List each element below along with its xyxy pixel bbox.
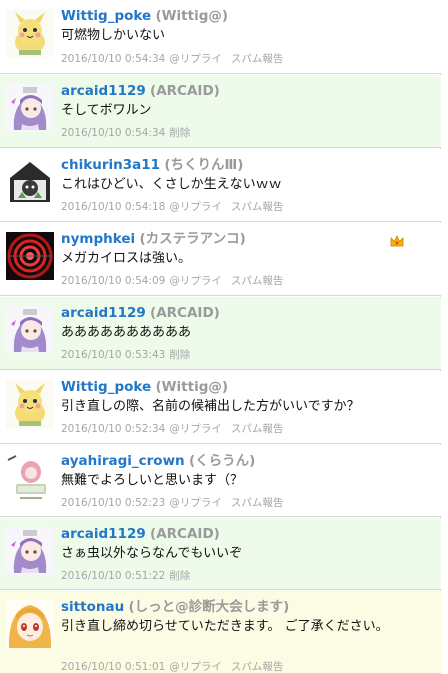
post-meta: 2016/10/10 0:51:22 削除 bbox=[61, 569, 190, 583]
report-spam-link[interactable]: スパム報告 bbox=[231, 661, 284, 673]
post-header: arcaid1129 (ARCAID) bbox=[61, 525, 220, 543]
post-text: 引き直し締め切らせていただきます。 ご了承ください。 bbox=[61, 619, 389, 634]
user-avatar[interactable] bbox=[6, 380, 54, 428]
post-meta: 2016/10/10 0:52:34 @リプライ スパム報告 bbox=[61, 422, 283, 436]
username-link[interactable]: Wittig_poke bbox=[61, 379, 151, 395]
post-header: chikurin3a11 (ちくりんⅢ) bbox=[61, 156, 243, 174]
timeline-post: arcaid1129 (ARCAID) そしてボワルン 2016/10/10 0:5… bbox=[0, 75, 441, 148]
post-timestamp[interactable]: 2016/10/10 0:54:34 bbox=[61, 127, 165, 139]
post-meta: 2016/10/10 0:52:23 @リプライ スパム報告 bbox=[61, 496, 283, 510]
display-name: (Wittig@) bbox=[155, 8, 229, 24]
post-meta: 2016/10/10 0:53:43 削除 bbox=[61, 348, 190, 362]
post-text: さぁ虫以外ならなんでもいいぞ bbox=[61, 546, 243, 561]
reply-link[interactable]: @リプライ bbox=[169, 661, 222, 673]
username-link[interactable]: ayahiragi_crown bbox=[61, 453, 185, 469]
post-meta: 2016/10/10 0:51:01 @リプライ スパム報告 bbox=[61, 660, 283, 674]
user-avatar[interactable] bbox=[6, 84, 54, 132]
reply-link[interactable]: @リプライ bbox=[169, 423, 222, 435]
post-header: sittonau (しっと@診断大会します) bbox=[61, 598, 289, 616]
report-spam-link[interactable]: スパム報告 bbox=[231, 497, 284, 509]
post-timestamp[interactable]: 2016/10/10 0:52:23 bbox=[61, 497, 165, 509]
crown-icon bbox=[390, 233, 404, 247]
display-name: (カステラアンコ) bbox=[139, 231, 246, 247]
report-spam-link[interactable]: スパム報告 bbox=[231, 275, 284, 287]
username-link[interactable]: arcaid1129 bbox=[61, 305, 146, 321]
timeline-post: Wittig_poke (Wittig@) 可燃物しかいない 2016/10/10 … bbox=[0, 0, 441, 74]
reply-link[interactable]: @リプライ bbox=[169, 497, 222, 509]
post-timestamp[interactable]: 2016/10/10 0:54:09 bbox=[61, 275, 165, 287]
post-text: ああああああああああ bbox=[61, 325, 192, 340]
post-header: arcaid1129 (ARCAID) bbox=[61, 304, 220, 322]
post-text: 可燃物しかいない bbox=[61, 28, 166, 43]
post-header: Wittig_poke (Wittig@) bbox=[61, 7, 228, 25]
display-name: (ARCAID) bbox=[150, 83, 220, 99]
post-text: メガカイロスは強い。 bbox=[61, 251, 192, 266]
user-avatar[interactable] bbox=[6, 9, 54, 57]
timeline-post: sittonau (しっと@診断大会します) 引き直し締め切らせていただきます。 … bbox=[0, 591, 441, 674]
post-meta: 2016/10/10 0:54:34 @リプライ スパム報告 bbox=[61, 52, 283, 66]
post-header: nymphkei (カステラアンコ) bbox=[61, 230, 246, 248]
post-meta: 2016/10/10 0:54:34 削除 bbox=[61, 126, 190, 140]
post-header: arcaid1129 (ARCAID) bbox=[61, 82, 220, 100]
username-link[interactable]: arcaid1129 bbox=[61, 83, 146, 99]
reply-link[interactable]: @リプライ bbox=[169, 53, 222, 65]
username-link[interactable]: chikurin3a11 bbox=[61, 157, 160, 173]
post-timestamp[interactable]: 2016/10/10 0:54:34 bbox=[61, 53, 165, 65]
post-timestamp[interactable]: 2016/10/10 0:52:34 bbox=[61, 423, 165, 435]
reply-link[interactable]: @リプライ bbox=[169, 201, 222, 213]
post-meta: 2016/10/10 0:54:09 @リプライ スパム報告 bbox=[61, 274, 283, 288]
username-link[interactable]: arcaid1129 bbox=[61, 526, 146, 542]
post-header: ayahiragi_crown (くらうん) bbox=[61, 452, 255, 470]
username-link[interactable]: Wittig_poke bbox=[61, 8, 151, 24]
username-link[interactable]: nymphkei bbox=[61, 231, 135, 247]
post-timestamp[interactable]: 2016/10/10 0:53:43 bbox=[61, 349, 165, 361]
delete-link[interactable]: 削除 bbox=[169, 349, 190, 361]
post-text: これはひどい、くさしか生えないｗｗ bbox=[61, 177, 282, 192]
post-text: そしてボワルン bbox=[61, 103, 152, 118]
timeline-post: arcaid1129 (ARCAID) ああああああああああ 2016/10/10 … bbox=[0, 297, 441, 370]
timeline-post: nymphkei (カステラアンコ) メガカイロスは強い。 2016/10/10 0… bbox=[0, 223, 441, 296]
display-name: (ARCAID) bbox=[150, 526, 220, 542]
report-spam-link[interactable]: スパム報告 bbox=[231, 201, 284, 213]
post-text: 無難でよろしいと思います（？ bbox=[61, 473, 244, 488]
user-avatar[interactable] bbox=[6, 527, 54, 575]
timeline-post: ayahiragi_crown (くらうん) 無難でよろしいと思います（？ 2016… bbox=[0, 445, 441, 517]
user-avatar[interactable] bbox=[6, 600, 54, 648]
reply-link[interactable]: @リプライ bbox=[169, 275, 222, 287]
post-meta: 2016/10/10 0:54:18 @リプライ スパム報告 bbox=[61, 200, 283, 214]
user-avatar[interactable] bbox=[6, 232, 54, 280]
post-timestamp[interactable]: 2016/10/10 0:54:18 bbox=[61, 201, 165, 213]
timeline-post: arcaid1129 (ARCAID) さぁ虫以外ならなんでもいいぞ 2016/10… bbox=[0, 518, 441, 590]
timeline-post: chikurin3a11 (ちくりんⅢ) これはひどい、くさしか生えないｗｗ 201… bbox=[0, 149, 441, 222]
username-link[interactable]: sittonau bbox=[61, 599, 124, 615]
delete-link[interactable]: 削除 bbox=[169, 570, 190, 582]
user-avatar[interactable] bbox=[6, 306, 54, 354]
display-name: (Wittig@) bbox=[155, 379, 229, 395]
post-timestamp[interactable]: 2016/10/10 0:51:01 bbox=[61, 661, 165, 673]
display-name: (ARCAID) bbox=[150, 305, 220, 321]
display-name: (しっと@診断大会します) bbox=[128, 599, 290, 615]
timeline-post: Wittig_poke (Wittig@) 引き直しの際、名前の候補出した方がいい… bbox=[0, 371, 441, 444]
display-name: (ちくりんⅢ) bbox=[164, 157, 244, 173]
display-name: (くらうん) bbox=[188, 453, 256, 469]
user-avatar[interactable] bbox=[6, 454, 54, 502]
delete-link[interactable]: 削除 bbox=[169, 127, 190, 139]
report-spam-link[interactable]: スパム報告 bbox=[231, 53, 284, 65]
timeline-feed: Wittig_poke (Wittig@) 可燃物しかいない 2016/10/10 … bbox=[0, 0, 441, 674]
post-timestamp[interactable]: 2016/10/10 0:51:22 bbox=[61, 570, 165, 582]
post-header: Wittig_poke (Wittig@) bbox=[61, 378, 228, 396]
post-text: 引き直しの際、名前の候補出した方がいいですか？ bbox=[61, 399, 360, 414]
report-spam-link[interactable]: スパム報告 bbox=[231, 423, 284, 435]
user-avatar[interactable] bbox=[6, 158, 54, 206]
